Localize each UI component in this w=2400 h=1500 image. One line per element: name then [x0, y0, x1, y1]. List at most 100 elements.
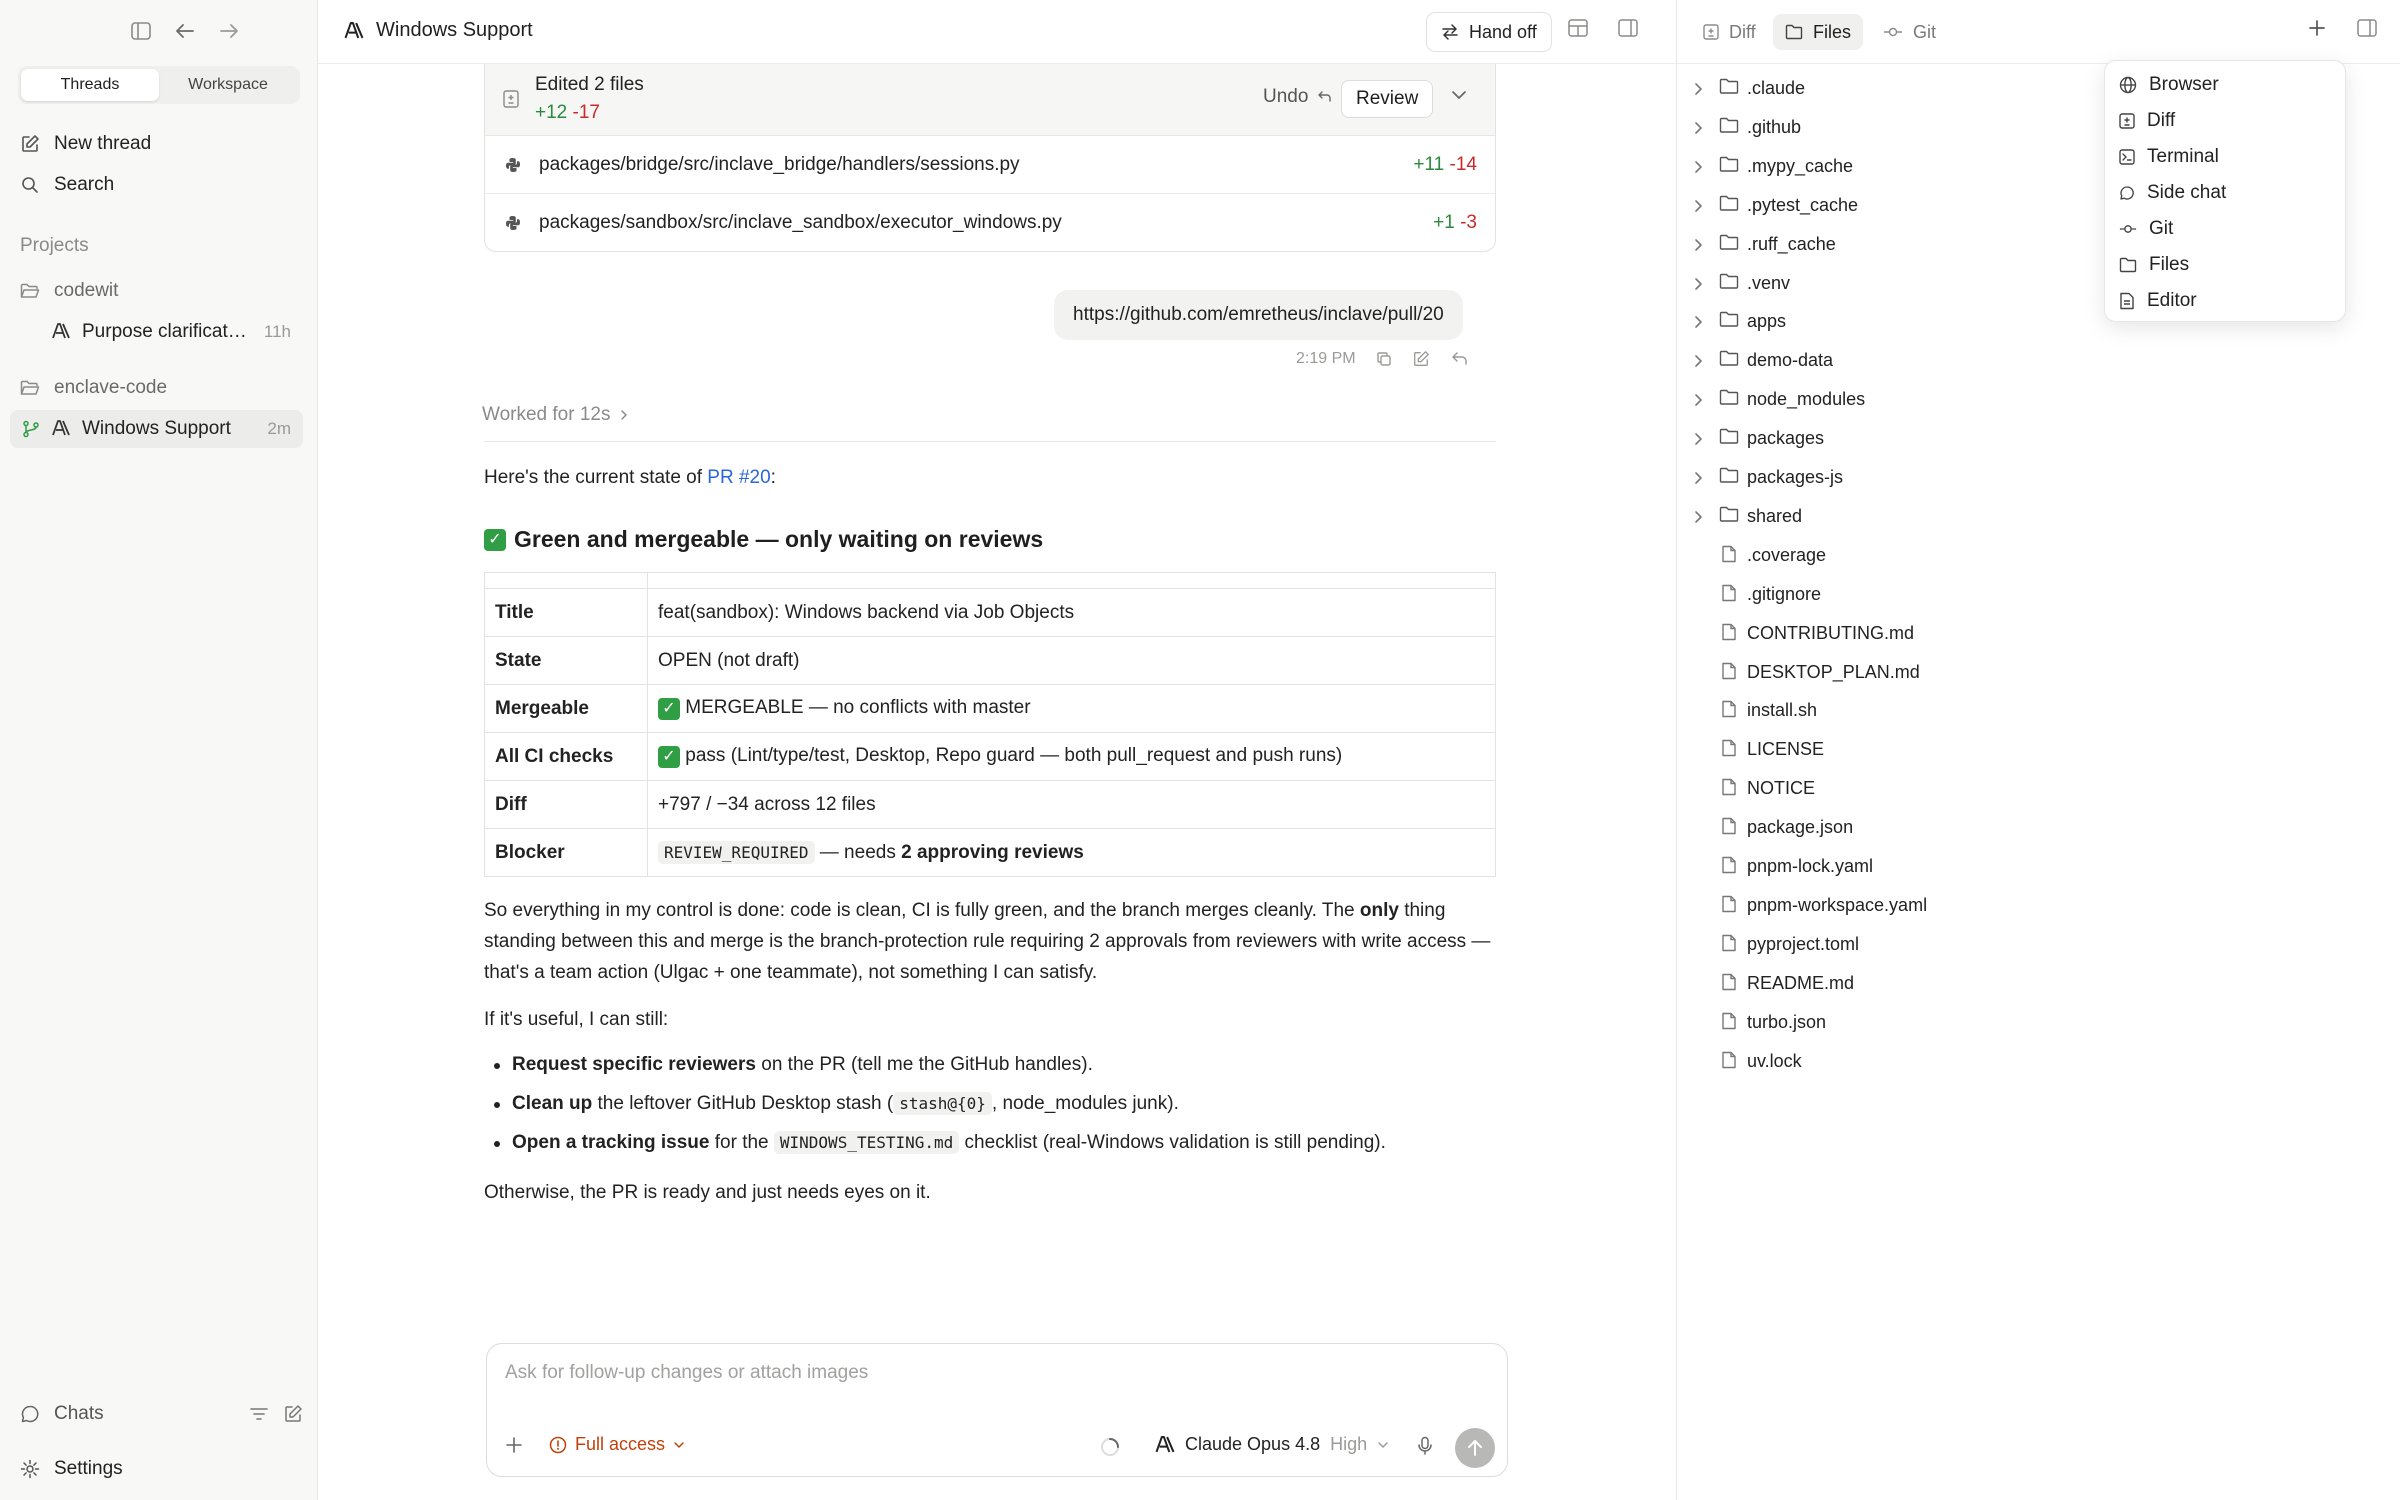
toggle-sidebar-icon[interactable] — [128, 18, 154, 44]
hand-off-button[interactable]: Hand off — [1426, 12, 1552, 52]
menu-item-editor[interactable]: Editor — [2119, 283, 2197, 319]
worked-for-toggle[interactable]: Worked for 12s — [482, 404, 628, 426]
chevron-down-icon[interactable] — [1451, 90, 1467, 100]
tree-item-name: NOTICE — [1747, 778, 1816, 799]
folder-icon — [1719, 78, 1739, 94]
new-chat-icon[interactable] — [283, 1404, 303, 1424]
review-button[interactable]: Review — [1341, 80, 1434, 118]
layout-icon[interactable] — [1568, 19, 1588, 37]
tree-folder-row[interactable]: packages — [1677, 419, 2400, 458]
new-thread-label: New thread — [54, 133, 152, 154]
tree-file-row[interactable]: pnpm-workspace.yaml — [1677, 886, 2400, 925]
tree-file-row[interactable]: install.sh — [1677, 691, 2400, 730]
forward-arrow-icon[interactable] — [216, 18, 242, 44]
microphone-icon[interactable] — [1417, 1436, 1433, 1456]
sidebar-toolbar — [128, 18, 242, 44]
menu-item-diff[interactable]: Diff — [2119, 103, 2175, 139]
chevron-right-icon[interactable] — [1693, 238, 1703, 252]
project-codewit[interactable]: codewit — [20, 274, 303, 308]
toggle-right-panel-icon[interactable] — [1618, 19, 1638, 37]
folder-open-icon — [20, 380, 40, 395]
tree-file-row[interactable]: LICENSE — [1677, 730, 2400, 769]
tree-file-row[interactable]: pyproject.toml — [1677, 925, 2400, 964]
tab-threads[interactable]: Threads — [21, 69, 159, 101]
access-mode-dropdown[interactable]: Full access — [549, 1434, 685, 1455]
search-button[interactable]: Search — [20, 168, 303, 202]
settings-button[interactable]: Settings — [20, 1452, 303, 1486]
undo-arrow-icon — [1318, 91, 1332, 102]
chat-bubble-icon — [2120, 186, 2134, 200]
message-composer[interactable]: Ask for follow-up changes or attach imag… — [486, 1343, 1508, 1477]
menu-item-label: Diff — [2147, 110, 2176, 131]
toggle-right-panel-icon[interactable] — [2357, 19, 2377, 37]
file-icon — [1721, 856, 1737, 874]
tree-folder-row[interactable]: node_modules — [1677, 380, 2400, 419]
list-item-text: the leftover GitHub Desktop stash ( — [592, 1093, 894, 1114]
menu-item-browser[interactable]: Browser — [2119, 67, 2219, 103]
add-panel-plus-icon[interactable] — [2307, 18, 2327, 38]
tree-folder-row[interactable]: packages-js — [1677, 458, 2400, 497]
composer-placeholder[interactable]: Ask for follow-up changes or attach imag… — [505, 1362, 868, 1384]
tree-file-row[interactable]: DESKTOP_PLAN.md — [1677, 653, 2400, 692]
plus-icon[interactable] — [505, 1436, 523, 1454]
chats-row[interactable]: Chats — [20, 1397, 303, 1431]
response-paragraph: So everything in my control is done: cod… — [484, 895, 1496, 988]
undo-button[interactable]: Undo — [1263, 86, 1332, 108]
new-thread-button[interactable]: New thread — [20, 127, 303, 161]
chevron-right-icon[interactable] — [1693, 121, 1703, 135]
check-mark-icon: ✓ — [658, 746, 680, 768]
tree-file-row[interactable]: uv.lock — [1677, 1042, 2400, 1081]
claude-logo-icon — [344, 22, 364, 39]
tree-file-row[interactable]: package.json — [1677, 808, 2400, 847]
chevron-right-icon[interactable] — [1693, 160, 1703, 174]
tab-files[interactable]: Files — [1773, 14, 1864, 50]
globe-icon — [2119, 76, 2137, 94]
model-selector[interactable]: Claude Opus 4.8 High — [1155, 1434, 1389, 1455]
chevron-right-icon[interactable] — [1693, 393, 1703, 407]
send-button[interactable] — [1455, 1428, 1495, 1468]
menu-item-files[interactable]: Files — [2119, 247, 2189, 283]
edited-file-row[interactable]: packages/bridge/src/inclave_bridge/handl… — [485, 136, 1495, 194]
chevron-right-icon[interactable] — [1693, 82, 1703, 96]
menu-item-side-chat[interactable]: Side chat — [2119, 175, 2226, 211]
tree-folder-row[interactable]: demo-data — [1677, 341, 2400, 380]
chevron-right-icon[interactable] — [1693, 510, 1703, 524]
menu-item-terminal[interactable]: Terminal — [2119, 139, 2219, 175]
back-arrow-icon[interactable] — [172, 18, 198, 44]
pr-link[interactable]: PR #20 — [707, 467, 770, 488]
thread-item[interactable]: Purpose clarificat… 11h — [10, 313, 303, 351]
project-enclave-code[interactable]: enclave-code — [20, 371, 303, 405]
tree-file-row[interactable]: CONTRIBUTING.md — [1677, 614, 2400, 653]
menu-item-label: Editor — [2147, 290, 2197, 311]
tree-file-row[interactable]: .gitignore — [1677, 575, 2400, 614]
copy-icon[interactable] — [1376, 351, 1392, 367]
edit-icon[interactable] — [1412, 350, 1430, 368]
tree-file-row[interactable]: turbo.json — [1677, 1003, 2400, 1042]
chevron-right-icon[interactable] — [1693, 277, 1703, 291]
tree-item-name: demo-data — [1747, 350, 1834, 371]
tab-workspace[interactable]: Workspace — [159, 69, 297, 101]
tree-file-row[interactable]: README.md — [1677, 964, 2400, 1003]
thread-item-selected[interactable]: Windows Support 2m — [10, 410, 303, 448]
tree-file-row[interactable]: NOTICE — [1677, 769, 2400, 808]
tab-diff[interactable]: Diff — [1691, 14, 1768, 50]
list-item: Clean up the leftover GitHub Desktop sta… — [484, 1091, 1496, 1130]
reply-icon[interactable] — [1450, 352, 1468, 366]
file-icon — [1721, 778, 1737, 796]
chevron-down-icon — [1378, 1441, 1388, 1448]
chevron-right-icon[interactable] — [1693, 432, 1703, 446]
tree-item-name: shared — [1747, 505, 1803, 526]
chevron-right-icon[interactable] — [1693, 471, 1703, 485]
menu-item-git[interactable]: Git — [2119, 211, 2173, 247]
response-heading: ✓ Green and mergeable — only waiting on … — [484, 526, 1043, 553]
edited-file-row[interactable]: packages/sandbox/src/inclave_sandbox/exe… — [485, 194, 1495, 252]
tree-file-row[interactable]: pnpm-lock.yaml — [1677, 847, 2400, 886]
tree-folder-row[interactable]: shared — [1677, 497, 2400, 536]
chevron-right-icon[interactable] — [1693, 315, 1703, 329]
tab-git[interactable]: Git — [1871, 14, 1948, 50]
filter-icon[interactable] — [249, 1406, 269, 1422]
tree-file-row[interactable]: .coverage — [1677, 536, 2400, 575]
table-value: +797 / −34 across 12 files — [647, 780, 1496, 829]
chevron-right-icon[interactable] — [1693, 199, 1703, 213]
chevron-right-icon[interactable] — [1693, 354, 1703, 368]
